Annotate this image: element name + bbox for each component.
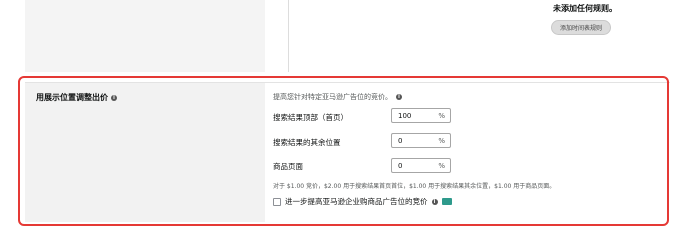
top-of-search-label: 搜索结果顶部（首页） [273,113,348,122]
top-of-search-input[interactable]: 100 % [391,108,451,123]
section-label-column [25,82,265,222]
add-schedule-rule-button[interactable]: 添加时间表规则 [551,20,611,35]
amazon-business-option: 进一步提高亚马逊企业购商品广告位的竞价 i [273,196,452,207]
section-description: 提高您针对特定亚马逊广告位的竞价。 i [273,92,402,102]
business-badge-icon [441,198,452,205]
product-pages-value: 0 [398,162,403,170]
bid-example-text: 对于 $1.00 竞价，$2.00 用于搜索结果首页首位，$1.00 用于搜索结… [273,183,556,190]
rest-of-search-value: 0 [398,137,403,145]
product-pages-input[interactable]: 0 % [391,158,451,173]
no-rules-text: 未添加任何规则。 [553,4,617,13]
checkbox-info-icon[interactable]: i [431,198,438,205]
rest-of-search-label: 搜索结果的其余位置 [273,138,341,147]
amazon-business-label[interactable]: 进一步提高亚马逊企业购商品广告位的竞价 [285,196,428,207]
percent-unit: % [438,137,445,145]
top-left-panel [25,0,265,72]
top-of-search-value: 100 [398,112,412,120]
section-description-text: 提高您针对特定亚马逊广告位的竞价。 [273,93,392,101]
amazon-business-checkbox[interactable] [273,197,281,206]
percent-unit: % [438,112,445,120]
info-icon[interactable]: i [111,94,117,101]
card-divider [25,82,670,83]
percent-unit: % [438,162,445,170]
top-divider [288,0,289,72]
description-info-icon[interactable]: i [396,94,402,100]
product-pages-label: 商品页面 [273,162,303,171]
section-title-text: 用展示位置调整出价 [36,93,108,102]
rest-of-search-input[interactable]: 0 % [391,133,451,148]
section-title: 用展示位置调整出价 i [36,92,117,103]
